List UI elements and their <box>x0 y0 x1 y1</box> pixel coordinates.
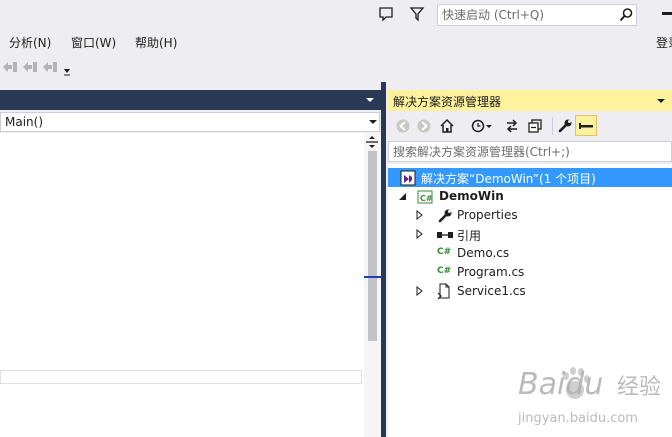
sign-in-link[interactable]: 登录 <box>656 34 672 51</box>
tree-item-label: Properties <box>457 208 518 222</box>
preview-selected-items-button[interactable] <box>575 115 597 136</box>
toolbar-overflow-icon[interactable] <box>63 64 71 76</box>
solution-icon <box>400 170 416 186</box>
wrench-icon <box>437 208 453 224</box>
pending-changes-filter-icon[interactable] <box>470 118 494 134</box>
back-icon[interactable] <box>395 118 411 134</box>
solution-tree[interactable]: 解决方案“DemoWin”(1 个项目) C# DemoWin Properti… <box>388 164 672 437</box>
collapsed-arrow-icon[interactable] <box>416 210 424 220</box>
menu-window[interactable]: 窗口(W) <box>71 34 116 51</box>
collapse-all-icon[interactable] <box>527 118 543 134</box>
tree-item-program-cs[interactable]: C# Program.cs <box>388 263 672 282</box>
standard-toolbar <box>0 54 672 82</box>
tree-item-references[interactable]: 引用 <box>388 225 672 244</box>
member-dropdown[interactable]: Main() <box>0 112 380 132</box>
solution-explorer-search-input[interactable] <box>389 142 667 161</box>
solution-explorer-toolbar <box>388 113 672 138</box>
solution-explorer-title: 解决方案资源管理器 <box>393 95 502 109</box>
menu-help[interactable]: 帮助(H) <box>135 34 177 51</box>
panel-menu-icon[interactable] <box>656 97 666 105</box>
feedback-icon[interactable] <box>378 6 394 22</box>
csharp-file-icon: C# <box>437 266 452 276</box>
tree-item-solution[interactable]: 解决方案“DemoWin”(1 个项目) <box>388 168 672 187</box>
wrench-icon[interactable] <box>557 118 573 134</box>
svg-text:C#: C# <box>420 194 433 203</box>
collapsed-arrow-icon[interactable] <box>416 286 424 296</box>
scrollbar-thumb[interactable] <box>368 151 377 341</box>
solution-explorer-search[interactable] <box>388 141 672 162</box>
tree-item-label: Program.cs <box>457 265 525 279</box>
home-icon[interactable] <box>439 118 455 134</box>
toolbar-separator <box>552 117 553 135</box>
tree-item-demo-cs[interactable]: C# Demo.cs <box>388 244 672 263</box>
editor-vertical-scrollbar[interactable] <box>364 133 381 437</box>
quick-launch-input[interactable] <box>438 5 616 25</box>
forward-icon[interactable] <box>416 118 432 134</box>
editor-horizontal-scrollbar[interactable] <box>0 370 362 384</box>
csharp-project-icon: C# <box>417 189 433 205</box>
search-icon[interactable] <box>618 7 634 23</box>
filter-icon[interactable] <box>409 6 425 22</box>
tree-item-label: DemoWin <box>439 189 504 203</box>
minimize-icon[interactable] <box>662 12 672 15</box>
service-file-icon <box>436 283 452 300</box>
bookmark-clear-icon[interactable] <box>42 60 58 74</box>
tree-item-label: 引用 <box>457 229 482 243</box>
code-editor[interactable] <box>0 133 364 437</box>
panel-splitter[interactable] <box>381 82 386 437</box>
tree-item-label: Service1.cs <box>457 284 526 298</box>
menu-analyze[interactable]: 分析(N) <box>9 34 51 51</box>
quick-launch-box[interactable] <box>437 4 637 26</box>
csharp-file-icon: C# <box>437 247 452 257</box>
tab-overflow-icon[interactable] <box>365 96 375 104</box>
bookmark-prev-icon[interactable] <box>2 60 18 74</box>
collapsed-arrow-icon[interactable] <box>416 229 424 239</box>
editor-tab-strip <box>0 90 383 110</box>
scroll-position-marker <box>364 276 381 278</box>
references-icon <box>436 228 454 242</box>
title-bar <box>0 0 672 30</box>
sync-icon[interactable] <box>504 118 520 134</box>
expanded-arrow-icon[interactable] <box>398 192 407 201</box>
chevron-down-icon[interactable] <box>369 119 377 125</box>
tree-item-project[interactable]: C# DemoWin <box>388 187 672 206</box>
menu-bar: 分析(N) 窗口(W) 帮助(H) 登录 <box>0 31 672 53</box>
split-editor-icon[interactable] <box>365 135 379 149</box>
member-dropdown-value: Main() <box>5 115 44 129</box>
bookmark-next-icon[interactable] <box>22 60 38 74</box>
tree-item-label: 解决方案“DemoWin”(1 个项目) <box>421 172 596 186</box>
tree-item-label: Demo.cs <box>457 246 510 260</box>
tree-item-properties[interactable]: Properties <box>388 206 672 225</box>
tree-item-service1-cs[interactable]: Service1.cs <box>388 282 672 301</box>
solution-explorer-header[interactable]: 解决方案资源管理器 <box>388 90 672 111</box>
